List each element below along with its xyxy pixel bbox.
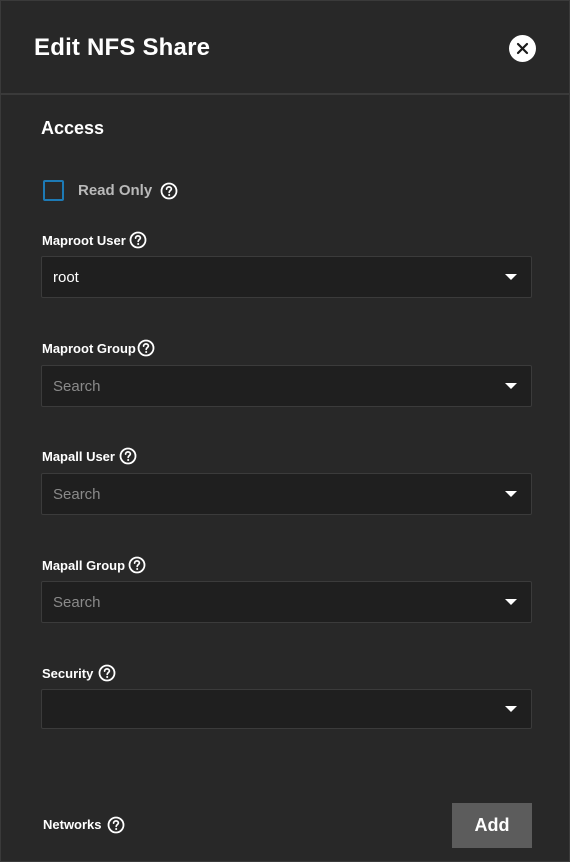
chevron-down-icon	[505, 491, 517, 497]
mapall-group-placeholder: Search	[53, 594, 101, 611]
dialog-title: Edit NFS Share	[34, 34, 211, 61]
mapall-group-label: Mapall Group	[42, 558, 126, 573]
chevron-down-icon	[505, 706, 517, 712]
mapall-user-select[interactable]: Search	[41, 473, 532, 515]
mapall-user-label: Mapall User	[42, 449, 115, 464]
security-help-icon[interactable]	[98, 664, 116, 682]
read-only-help-icon[interactable]	[160, 182, 178, 200]
maproot-user-label: Maproot User	[42, 233, 126, 248]
maproot-group-select[interactable]: Search	[41, 365, 532, 407]
mapall-user-placeholder: Search	[53, 486, 101, 503]
chevron-down-icon	[505, 383, 517, 389]
mapall-user-help-icon[interactable]	[119, 447, 137, 465]
close-button[interactable]	[509, 35, 536, 62]
mapall-group-help-icon[interactable]	[128, 556, 146, 574]
security-select[interactable]	[41, 689, 532, 729]
mapall-group-select[interactable]: Search	[41, 581, 532, 623]
read-only-label[interactable]: Read Only	[78, 182, 152, 199]
networks-label: Networks	[43, 817, 102, 832]
chevron-down-icon	[505, 599, 517, 605]
close-icon	[516, 42, 529, 55]
security-label: Security	[42, 666, 94, 681]
maproot-user-help-icon[interactable]	[129, 231, 147, 249]
maproot-group-placeholder: Search	[53, 378, 101, 395]
dialog-header: Edit NFS Share	[1, 1, 570, 95]
chevron-down-icon	[505, 274, 517, 280]
maproot-user-select[interactable]: root	[41, 256, 532, 298]
networks-help-icon[interactable]	[107, 816, 125, 834]
maproot-group-help-icon[interactable]	[137, 339, 155, 357]
read-only-checkbox[interactable]	[43, 180, 64, 201]
section-title-access: Access	[41, 118, 105, 138]
edit-nfs-share-dialog: Edit NFS Share Access Read Only Maproot …	[0, 0, 570, 862]
add-network-button[interactable]: Add	[452, 803, 532, 848]
maproot-user-value: root	[53, 269, 79, 286]
maproot-group-label: Maproot Group	[42, 341, 136, 356]
